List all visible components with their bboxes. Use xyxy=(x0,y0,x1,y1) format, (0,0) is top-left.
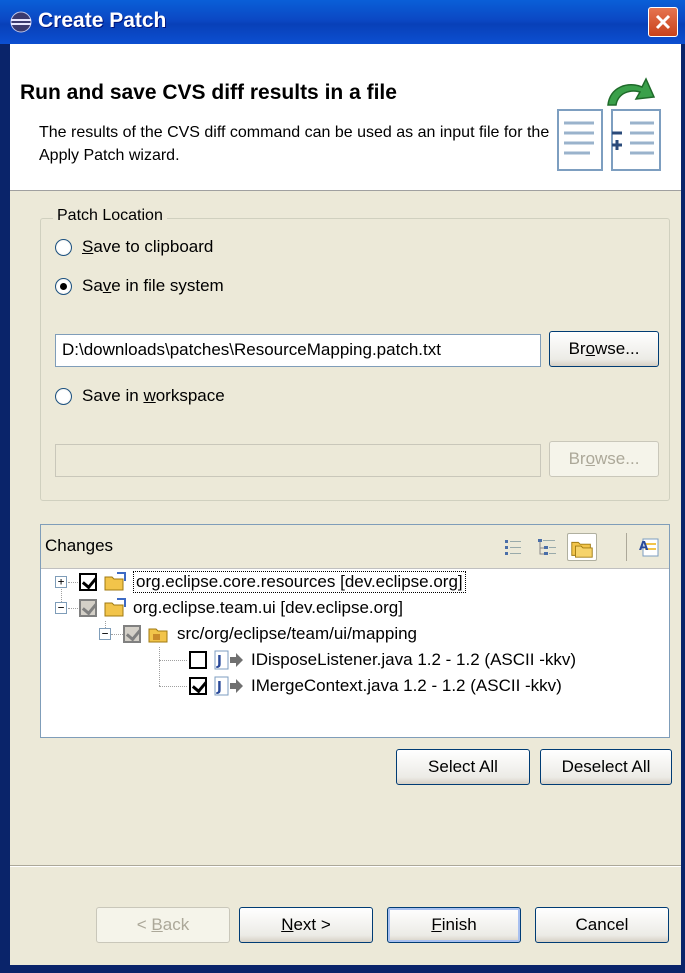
java-file-outgoing-icon: J xyxy=(214,650,243,670)
changes-panel: Changes A + org.eclipse.core.resources [… xyxy=(40,524,670,738)
compressed-folders-icon[interactable] xyxy=(567,533,597,561)
tree-node-core-resources[interactable]: + org.eclipse.core.resources [dev.eclips… xyxy=(55,569,466,595)
toolbar-separator xyxy=(626,533,627,561)
changes-tree: + org.eclipse.core.resources [dev.eclips… xyxy=(41,569,669,737)
close-button[interactable] xyxy=(648,7,678,37)
tree-checkbox[interactable] xyxy=(189,651,207,669)
back-button[interactable]: < Back xyxy=(96,907,230,943)
project-folder-icon xyxy=(104,572,126,591)
dialog-client-area: Run and save CVS diff results in a file … xyxy=(10,44,681,965)
clipboard-label: Save to clipboard xyxy=(82,237,214,256)
close-icon xyxy=(655,14,671,30)
browse-workspace-button[interactable]: Browse... xyxy=(549,441,659,477)
save-in-file-system-option[interactable]: Save in file system xyxy=(55,276,224,296)
group-title: Patch Location xyxy=(53,207,167,225)
patch-location-group: Patch Location Save to clipboard Save in… xyxy=(40,207,670,501)
finish-button[interactable]: Finish xyxy=(387,907,521,943)
tree-node-label: IDisposeListener.java 1.2 - 1.2 (ASCII -… xyxy=(251,650,577,669)
window-title: Create Patch xyxy=(38,9,167,32)
select-all-button[interactable]: Select All xyxy=(396,749,530,785)
show-annotations-icon[interactable]: A xyxy=(637,535,661,559)
svg-text:J: J xyxy=(216,654,222,669)
tree-node-label: src/org/eclipse/team/ui/mapping xyxy=(177,624,418,643)
package-folder-icon xyxy=(148,628,168,643)
filesystem-radio[interactable] xyxy=(55,277,72,295)
changes-toolbar: Changes A xyxy=(41,525,669,569)
tree-node-team-ui[interactable]: − org.eclipse.team.ui [dev.eclipse.org] xyxy=(55,595,403,621)
workspace-radio[interactable] xyxy=(55,387,72,405)
tree-node-label: org.eclipse.core.resources [dev.eclipse.… xyxy=(133,571,466,593)
tree-node-idisposelistener[interactable]: J IDisposeListener.java 1.2 - 1.2 (ASCII… xyxy=(189,647,576,673)
next-button[interactable]: Next > xyxy=(239,907,373,943)
button-bar-separator xyxy=(10,865,681,867)
save-to-clipboard-option[interactable]: Save to clipboard xyxy=(55,237,213,257)
project-folder-icon xyxy=(104,598,126,617)
tree-view-icon[interactable] xyxy=(535,535,559,559)
svg-text:A: A xyxy=(639,539,649,553)
dialog-window: Create Patch Run and save CVS diff resul… xyxy=(0,0,685,973)
tree-node-label: IMergeContext.java 1.2 - 1.2 (ASCII -kkv… xyxy=(251,676,562,695)
save-in-workspace-option[interactable]: Save in workspace xyxy=(55,386,225,406)
file-path-input[interactable]: D:\downloads\patches\ResourceMapping.pat… xyxy=(55,334,541,367)
flat-list-icon[interactable] xyxy=(501,535,525,559)
tree-checkbox[interactable] xyxy=(189,677,207,695)
collapse-toggle[interactable]: − xyxy=(99,628,111,640)
tree-node-mapping-package[interactable]: − src/org/eclipse/team/ui/mapping xyxy=(99,621,417,647)
tree-checkbox[interactable] xyxy=(79,599,97,617)
patch-wizard-icon xyxy=(557,77,661,171)
eclipse-icon xyxy=(10,11,32,33)
deselect-all-button[interactable]: Deselect All xyxy=(540,749,672,785)
svg-text:J: J xyxy=(216,680,222,695)
page-description: The results of the CVS diff command can … xyxy=(39,124,550,164)
tree-checkbox[interactable] xyxy=(123,625,141,643)
tree-checkbox[interactable] xyxy=(79,573,97,591)
workspace-label: Save in workspace xyxy=(82,386,225,405)
page-title: Run and save CVS diff results in a file xyxy=(20,81,397,104)
title-bar[interactable]: Create Patch xyxy=(0,0,685,44)
tree-node-imergecontext[interactable]: J IMergeContext.java 1.2 - 1.2 (ASCII -k… xyxy=(189,673,562,699)
browse-file-button[interactable]: Browse... xyxy=(549,331,659,367)
collapse-toggle[interactable]: − xyxy=(55,602,67,614)
filesystem-label: Save in file system xyxy=(82,276,224,295)
expand-toggle[interactable]: + xyxy=(55,576,67,588)
java-file-outgoing-icon: J xyxy=(214,676,243,696)
clipboard-radio[interactable] xyxy=(55,238,72,256)
workspace-path-input[interactable] xyxy=(55,444,541,477)
tree-node-label: org.eclipse.team.ui [dev.eclipse.org] xyxy=(133,598,403,617)
wizard-banner: Run and save CVS diff results in a file … xyxy=(10,44,681,191)
cancel-button[interactable]: Cancel xyxy=(535,907,669,943)
changes-label: Changes xyxy=(45,536,114,555)
